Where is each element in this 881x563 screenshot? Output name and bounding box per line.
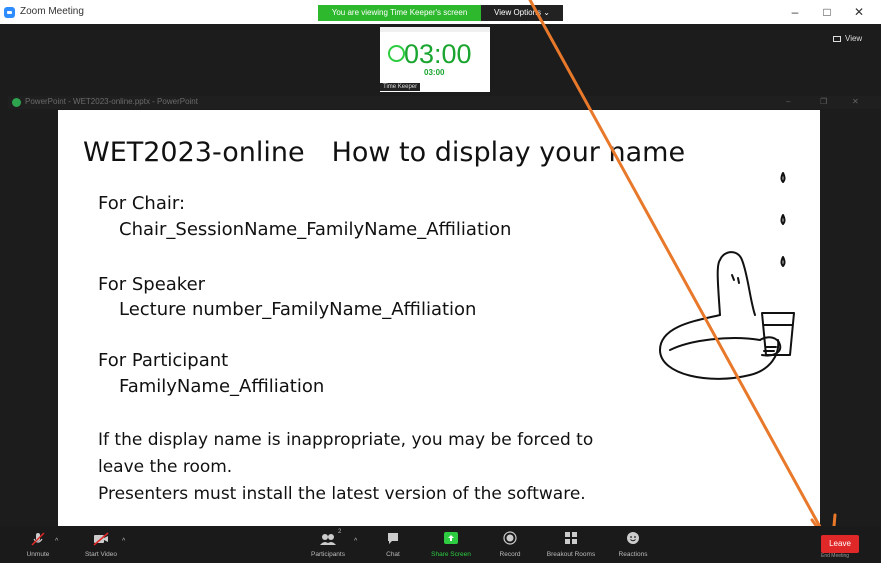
breakout-rooms-label: Breakout Rooms — [546, 551, 596, 558]
chat-button[interactable]: Chat — [360, 527, 426, 561]
share-screen-label: Share Screen — [431, 551, 471, 558]
muted-mic-icon — [31, 532, 45, 546]
breakout-rooms-button[interactable]: Breakout Rooms — [538, 527, 604, 561]
video-off-icon — [93, 532, 109, 546]
participants-button[interactable]: 2 Participants — [295, 527, 361, 561]
leave-sub-label: End Meeting — [821, 553, 850, 559]
record-icon — [503, 531, 517, 545]
share-screen-icon — [444, 532, 458, 544]
unmute-button[interactable]: Unmute — [5, 527, 71, 561]
chat-icon — [388, 533, 398, 544]
reactions-button[interactable]: Reactions — [600, 527, 666, 561]
participants-label: Participants — [311, 551, 345, 558]
unmute-label: Unmute — [26, 551, 50, 558]
share-screen-button[interactable]: Share Screen — [418, 527, 484, 561]
annotation-arrow — [528, 0, 881, 563]
video-options-chevron-icon[interactable]: ^ — [122, 538, 125, 545]
record-button[interactable]: Record — [477, 527, 543, 561]
participants-chevron-icon[interactable]: ^ — [354, 538, 357, 545]
reactions-label: Reactions — [618, 551, 648, 558]
audio-options-chevron-icon[interactable]: ^ — [55, 538, 58, 545]
leave-button[interactable]: Leave — [821, 535, 859, 553]
start-video-label: Start Video — [84, 551, 118, 558]
participants-count: 2 — [338, 529, 342, 535]
breakout-rooms-icon — [565, 532, 577, 544]
participants-icon — [320, 534, 336, 545]
chat-label: Chat — [386, 551, 400, 558]
record-label: Record — [499, 551, 521, 558]
reactions-smiley-icon — [627, 532, 639, 544]
